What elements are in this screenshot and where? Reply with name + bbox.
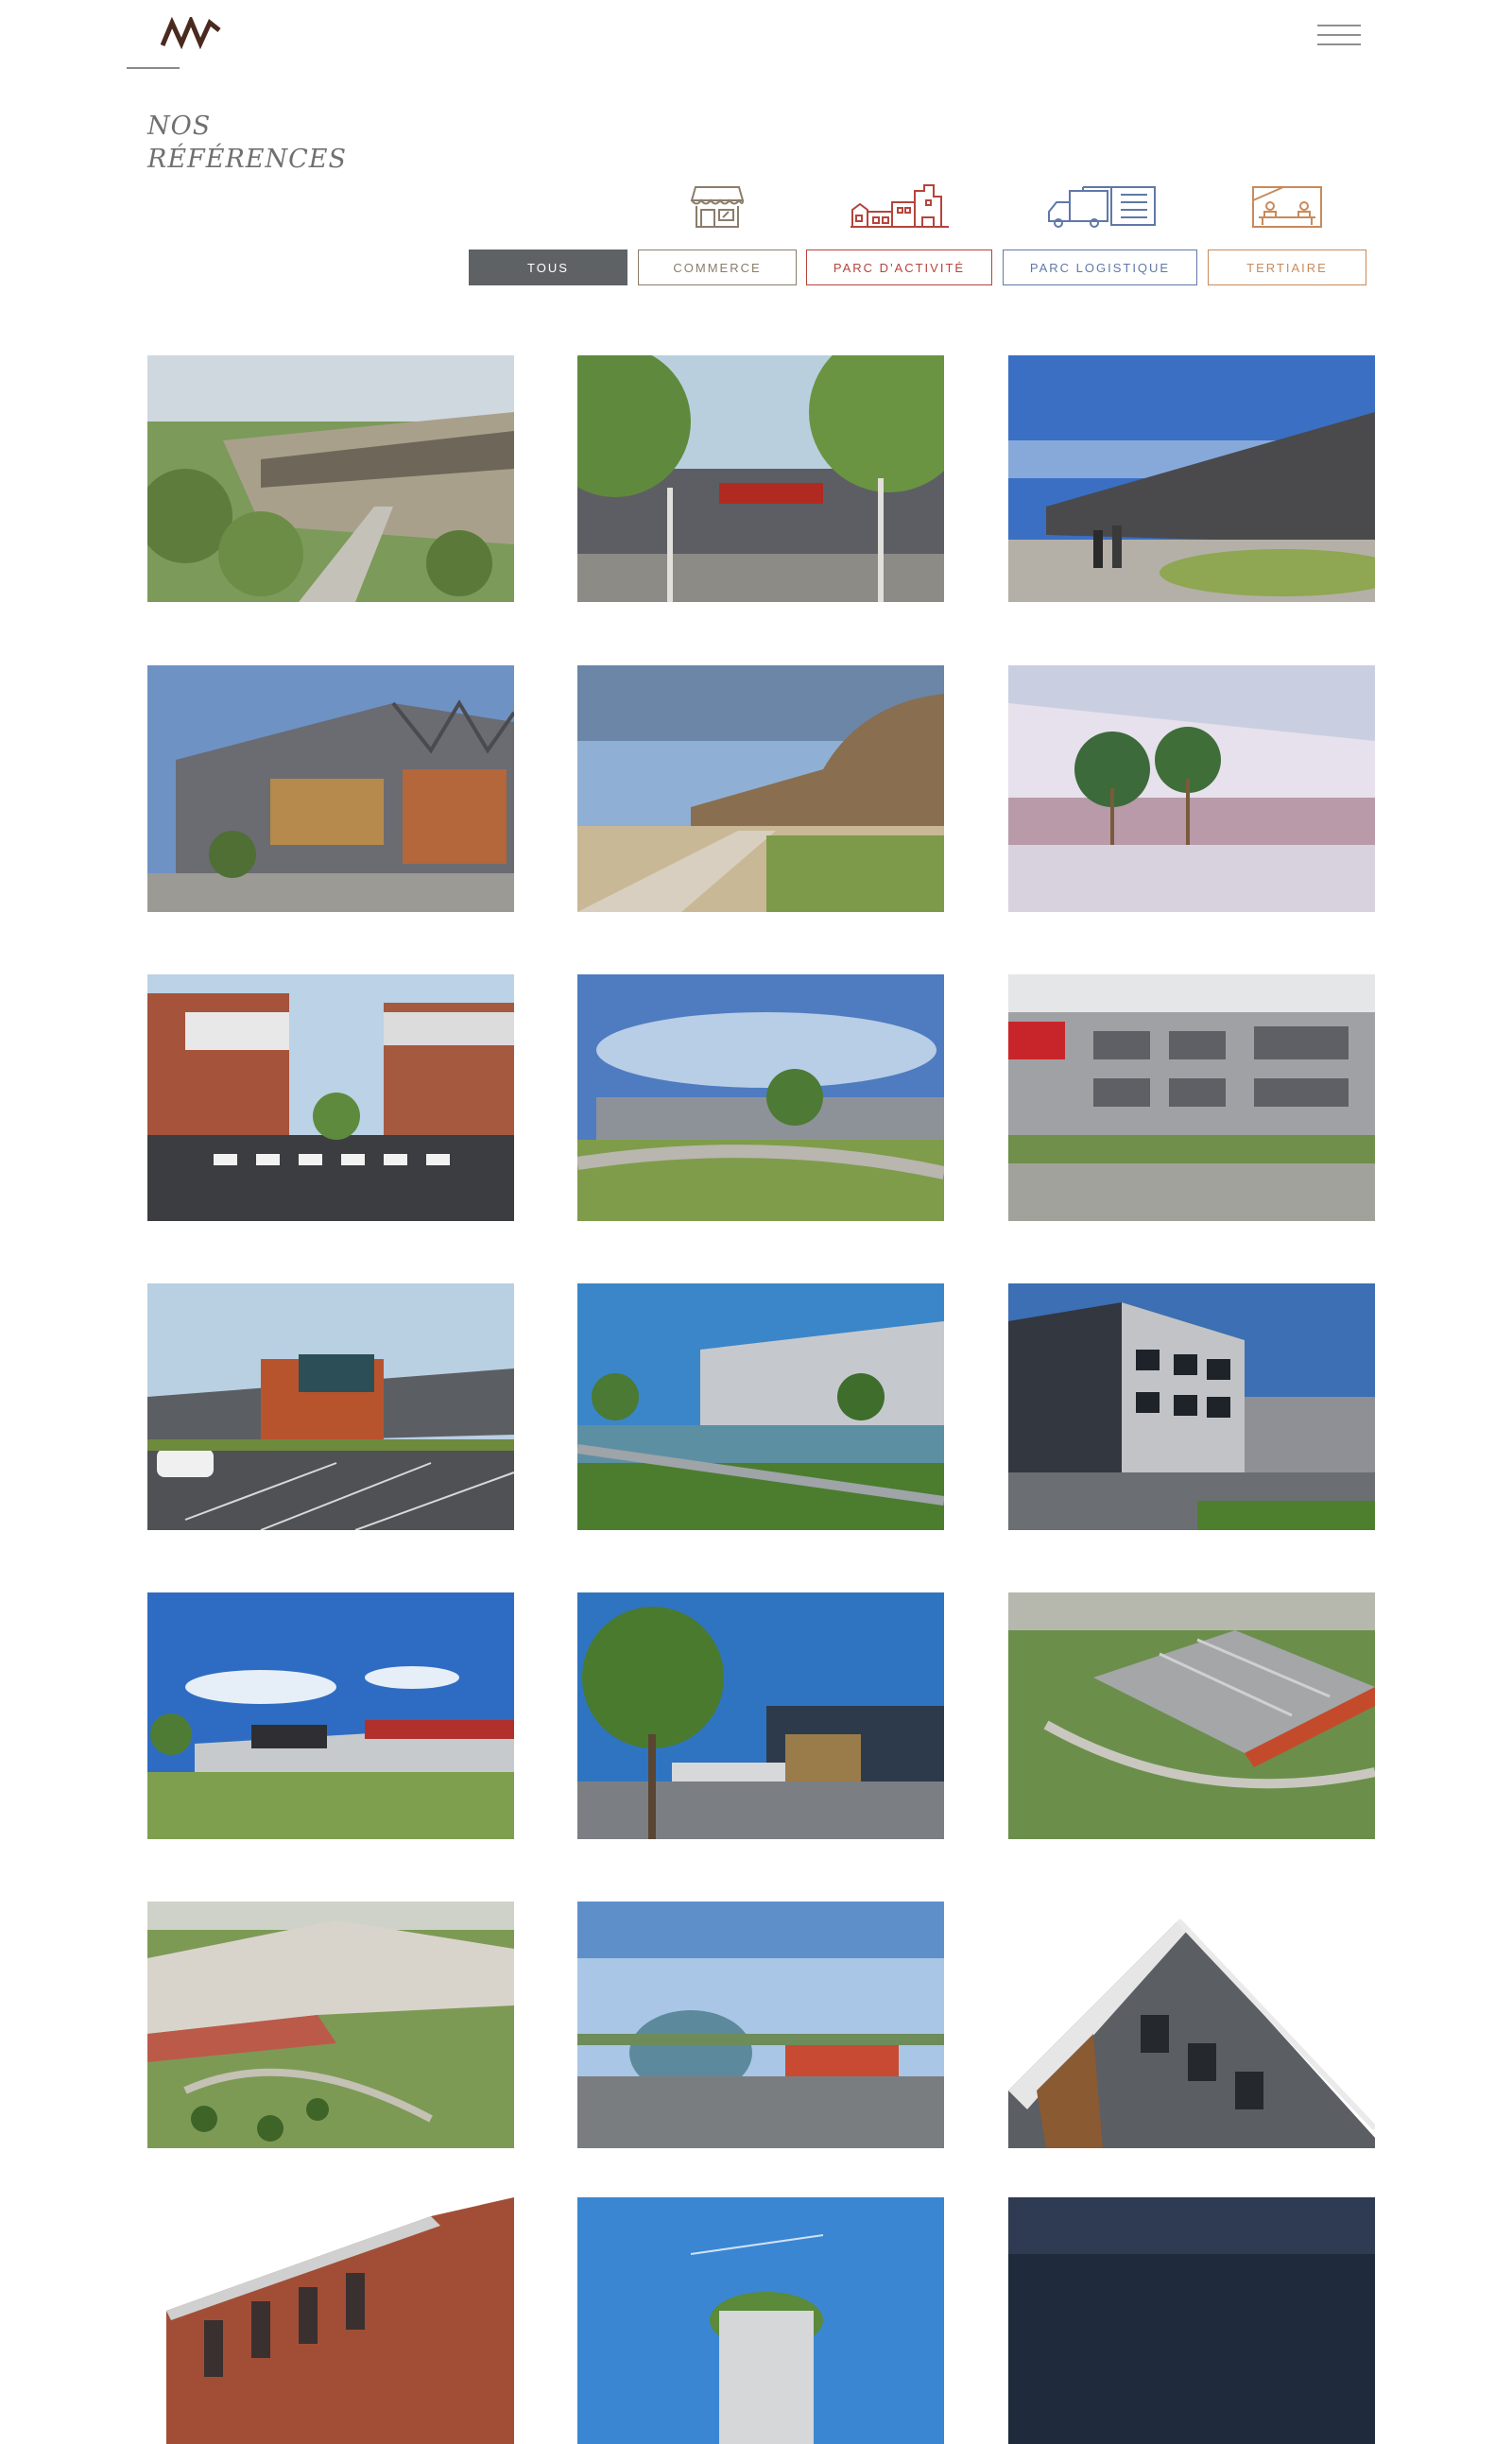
reference-card-13[interactable] bbox=[147, 1592, 514, 1839]
reference-image-20 bbox=[577, 2197, 944, 2444]
reference-card-1[interactable] bbox=[147, 355, 514, 602]
reference-card-17[interactable] bbox=[577, 1902, 944, 2148]
reference-image-19 bbox=[147, 2197, 514, 2444]
factory-icon bbox=[850, 184, 949, 228]
page-title-line-2: RÉFÉRENCES bbox=[147, 145, 348, 174]
reference-image-9 bbox=[1008, 974, 1375, 1221]
reference-card-9[interactable] bbox=[1008, 974, 1375, 1221]
reference-image-14 bbox=[577, 1592, 944, 1839]
reference-image-6 bbox=[1008, 665, 1375, 912]
reference-card-7[interactable] bbox=[147, 974, 514, 1221]
reference-card-8[interactable] bbox=[577, 974, 944, 1221]
reference-image-4 bbox=[147, 665, 514, 912]
logo[interactable] bbox=[160, 14, 221, 50]
office-desk-icon bbox=[1252, 186, 1322, 228]
filter-commerce-button[interactable]: COMMERCE bbox=[638, 250, 797, 285]
reference-card-15[interactable] bbox=[1008, 1592, 1375, 1839]
truck-warehouse-icon bbox=[1048, 186, 1156, 228]
logo-mark-icon bbox=[160, 14, 221, 50]
reference-image-18 bbox=[1008, 1902, 1375, 2148]
reference-image-15 bbox=[1008, 1592, 1375, 1839]
reference-image-3 bbox=[1008, 355, 1375, 602]
reference-card-21[interactable] bbox=[1008, 2197, 1375, 2444]
reference-card-6[interactable] bbox=[1008, 665, 1375, 912]
reference-image-17 bbox=[577, 1902, 944, 2148]
reference-card-19[interactable] bbox=[147, 2197, 514, 2444]
hamburger-icon-line-1 bbox=[1317, 25, 1361, 26]
reference-card-11[interactable] bbox=[577, 1283, 944, 1530]
reference-image-5 bbox=[577, 665, 944, 912]
hamburger-icon-line-2 bbox=[1317, 34, 1361, 36]
filter-parc-logistique-button[interactable]: PARC LOGISTIQUE bbox=[1003, 250, 1197, 285]
reference-image-11 bbox=[577, 1283, 944, 1530]
reference-card-4[interactable] bbox=[147, 665, 514, 912]
page-title: NOS RÉFÉRENCES bbox=[147, 110, 347, 176]
reference-card-18[interactable] bbox=[1008, 1902, 1375, 2148]
reference-card-3[interactable] bbox=[1008, 355, 1375, 602]
menu-button[interactable] bbox=[1317, 25, 1361, 45]
reference-image-2 bbox=[577, 355, 944, 602]
filter-tertiaire-button[interactable]: TERTIAIRE bbox=[1208, 250, 1366, 285]
shop-icon bbox=[690, 186, 745, 228]
logo-underline bbox=[127, 67, 180, 69]
reference-card-2[interactable] bbox=[577, 355, 944, 602]
reference-card-5[interactable] bbox=[577, 665, 944, 912]
hamburger-icon-line-3 bbox=[1317, 43, 1361, 45]
filter-parc-activite-button[interactable]: PARC D'ACTIVITÉ bbox=[806, 250, 992, 285]
reference-image-1 bbox=[147, 355, 514, 602]
filter-tous-button[interactable]: TOUS bbox=[469, 250, 627, 285]
page-title-line-1: NOS bbox=[147, 112, 212, 141]
reference-image-16 bbox=[147, 1902, 514, 2148]
reference-image-21 bbox=[1008, 2197, 1375, 2444]
reference-image-7 bbox=[147, 974, 514, 1221]
reference-card-16[interactable] bbox=[147, 1902, 514, 2148]
reference-image-13 bbox=[147, 1592, 514, 1839]
reference-card-20[interactable] bbox=[577, 2197, 944, 2444]
reference-image-12 bbox=[1008, 1283, 1375, 1530]
reference-image-8 bbox=[577, 974, 944, 1221]
reference-card-14[interactable] bbox=[577, 1592, 944, 1839]
reference-card-10[interactable] bbox=[147, 1283, 514, 1530]
reference-card-12[interactable] bbox=[1008, 1283, 1375, 1530]
reference-image-10 bbox=[147, 1283, 514, 1530]
